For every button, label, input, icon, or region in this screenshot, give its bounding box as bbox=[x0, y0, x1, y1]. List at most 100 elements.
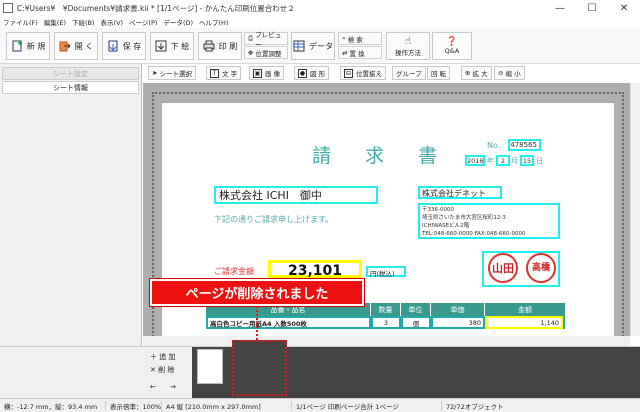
preview-button[interactable]: ⎙ プレビュー bbox=[244, 31, 288, 49]
search-button[interactable]: ⌕ 検 索 bbox=[338, 32, 382, 45]
deleted-page-slot bbox=[232, 340, 287, 396]
new-doc-icon bbox=[12, 40, 22, 52]
select-sheet-tool[interactable]: ➤ シート選択 bbox=[148, 66, 197, 80]
add-page-button[interactable]: ＋ 追 加 bbox=[146, 351, 184, 363]
delete-page-label: 削 除 bbox=[158, 366, 175, 374]
download-icon bbox=[155, 40, 167, 52]
table-icon bbox=[293, 40, 305, 52]
table-row[interactable]: 高白色コピー用紙A4 入数500枚 3 個 380 1,140 bbox=[206, 316, 565, 329]
menu-help[interactable]: ヘルプ(H) bbox=[199, 17, 228, 27]
date-gatsu: 月 bbox=[511, 157, 518, 165]
shape-label: 図 形 bbox=[310, 70, 326, 78]
zoom-in-label: 拡 大 bbox=[472, 70, 488, 78]
tab-sheet-settings[interactable]: シート設定 bbox=[2, 67, 139, 80]
company-address-block[interactable]: 〒336-0000 埼玉県さいたま市大宮区桜町12-3 ICHIWASEビル2階… bbox=[418, 203, 560, 239]
amount-value[interactable]: 23,101 bbox=[268, 260, 362, 279]
menu-page[interactable]: ページ(P) bbox=[129, 17, 157, 27]
text-label: 文 字 bbox=[222, 70, 238, 78]
image-icon: ▣ bbox=[253, 68, 262, 78]
group-tool[interactable]: グループ bbox=[392, 66, 426, 80]
delete-page-button[interactable]: ✕ 削 除 bbox=[146, 364, 184, 376]
app-icon bbox=[3, 3, 13, 13]
page-deleted-callout: ページが削除されました bbox=[150, 279, 364, 306]
sheet-panel: シート設定 シート情報 bbox=[0, 64, 142, 349]
replace-button[interactable]: ⇄ 置 換 bbox=[338, 46, 382, 59]
row-unit[interactable]: 個 bbox=[403, 318, 429, 328]
menu-data[interactable]: データ(D) bbox=[163, 17, 193, 27]
menu-file[interactable]: ファイル(F) bbox=[3, 17, 38, 27]
search-label: 検 索 bbox=[347, 35, 363, 44]
rotate-tool[interactable]: 回 転 bbox=[427, 66, 451, 80]
shape-tool[interactable]: ● 図 形 bbox=[294, 66, 330, 80]
tab-sheet-info[interactable]: シート情報 bbox=[2, 81, 139, 94]
zoom-out-tool[interactable]: ⊖ 縮 小 bbox=[494, 66, 525, 80]
qa-button[interactable]: ❓ Q&A bbox=[432, 32, 472, 60]
qa-label: Q&A bbox=[444, 47, 460, 55]
align-button[interactable]: ✥ 位置調整 bbox=[244, 46, 288, 59]
prev-page-button[interactable]: ← bbox=[146, 381, 162, 393]
save-button[interactable]: 保 存 bbox=[102, 32, 146, 60]
date-year[interactable]: 2016 bbox=[465, 155, 485, 166]
col-amount: 金額 bbox=[518, 305, 532, 314]
open-folder-icon bbox=[59, 41, 71, 52]
print-button[interactable]: 印 刷 bbox=[198, 32, 242, 60]
date-nichi: 日 bbox=[536, 157, 543, 165]
minimize-button[interactable]: — bbox=[544, 0, 576, 16]
menu-edit[interactable]: 編集(E) bbox=[44, 17, 66, 27]
print-label: 印 刷 bbox=[218, 41, 238, 51]
col-unit: 単位 bbox=[401, 303, 431, 316]
date-month[interactable]: 2 bbox=[496, 155, 510, 166]
date-day[interactable]: 15 bbox=[520, 155, 534, 166]
status-bar: 横：-12.7 mm，縦：93.4 mm 表示倍率：100% A4 縦 [210… bbox=[0, 398, 640, 412]
row-qty[interactable]: 3 bbox=[373, 318, 399, 327]
tel-fax: TEL:048-660-0000 FAX:048-660-0000 bbox=[422, 231, 526, 237]
status-paper: A4 縦 [210.0mm x 297.0mm] bbox=[162, 400, 292, 411]
stamps-box[interactable]: 山田 高橋 bbox=[482, 251, 560, 287]
maximize-button[interactable]: ☐ bbox=[576, 0, 608, 16]
new-label: 新 規 bbox=[26, 41, 46, 51]
howto-button[interactable]: ☝ 操作方法 bbox=[386, 32, 430, 60]
data-button[interactable]: データ bbox=[291, 32, 335, 60]
menu-view[interactable]: 表示(V) bbox=[101, 17, 124, 27]
amount-label: ご請求金額 bbox=[214, 267, 254, 276]
main-toolbar: 新 規 開 く 保 存 下 絵 印 刷 ⎙ プレビュー ✥ 位置調整 データ ⌕… bbox=[0, 28, 640, 64]
status-zoom: 表示倍率：100% bbox=[106, 400, 162, 411]
company-name[interactable]: 株式会社デネット bbox=[418, 186, 502, 199]
zoom-out-label: 縮 小 bbox=[505, 70, 521, 78]
address-line2: ICHIWASEビル2階 bbox=[422, 223, 470, 229]
customer-name[interactable]: 株式会社 ICHI 御中 bbox=[214, 186, 378, 204]
title-bar: C:¥Users¥ ¥Documents¥請求書.kii * [1/1ページ] … bbox=[0, 0, 640, 16]
menu-shitae[interactable]: 下絵(B) bbox=[72, 17, 95, 27]
zoom-out-icon: ⊖ bbox=[498, 69, 504, 77]
image-tool[interactable]: ▣ 画 像 bbox=[249, 66, 285, 80]
howto-label: 操作方法 bbox=[395, 48, 421, 57]
zoom-in-icon: ⊕ bbox=[465, 69, 471, 77]
open-button[interactable]: 開 く bbox=[54, 32, 98, 60]
row-item[interactable]: 高白色コピー用紙A4 入数500枚 bbox=[208, 318, 369, 328]
next-page-button[interactable]: → bbox=[166, 381, 182, 393]
shape-icon: ● bbox=[298, 68, 307, 78]
shitae-button[interactable]: 下 絵 bbox=[150, 32, 194, 60]
cross-icon: ✕ bbox=[150, 366, 156, 374]
horizontal-scrollbar[interactable] bbox=[143, 336, 630, 346]
save-icon bbox=[108, 40, 118, 52]
vertical-scrollbar[interactable] bbox=[630, 83, 640, 336]
select-sheet-label: シート選択 bbox=[159, 70, 193, 78]
align-position-tool[interactable]: ⊟ 位置揃え bbox=[340, 66, 386, 80]
close-button[interactable]: ✕ bbox=[608, 0, 640, 16]
status-objects: 72/72オブジェクト bbox=[446, 402, 504, 411]
row-amount[interactable]: 1,140 bbox=[485, 316, 563, 329]
address-postal: 〒336-0000 bbox=[422, 207, 454, 213]
text-tool[interactable]: T文 字 bbox=[206, 66, 242, 80]
qa-icon: ❓ bbox=[446, 37, 458, 47]
page-thumbnail[interactable] bbox=[197, 349, 223, 384]
new-button[interactable]: 新 規 bbox=[6, 32, 50, 60]
save-label: 保 存 bbox=[122, 41, 142, 51]
tax-label[interactable]: 円(税込) bbox=[366, 266, 406, 278]
preview-icon: ⎙ bbox=[248, 34, 254, 42]
stamp-yamada: 山田 bbox=[488, 253, 518, 283]
status-pages: 1/1ページ 印刷ページ合計 1ページ bbox=[292, 400, 442, 411]
no-value[interactable]: 478565 bbox=[508, 139, 541, 151]
zoom-in-tool[interactable]: ⊕ 拡 大 bbox=[461, 66, 492, 80]
row-price[interactable]: 380 bbox=[433, 318, 483, 327]
